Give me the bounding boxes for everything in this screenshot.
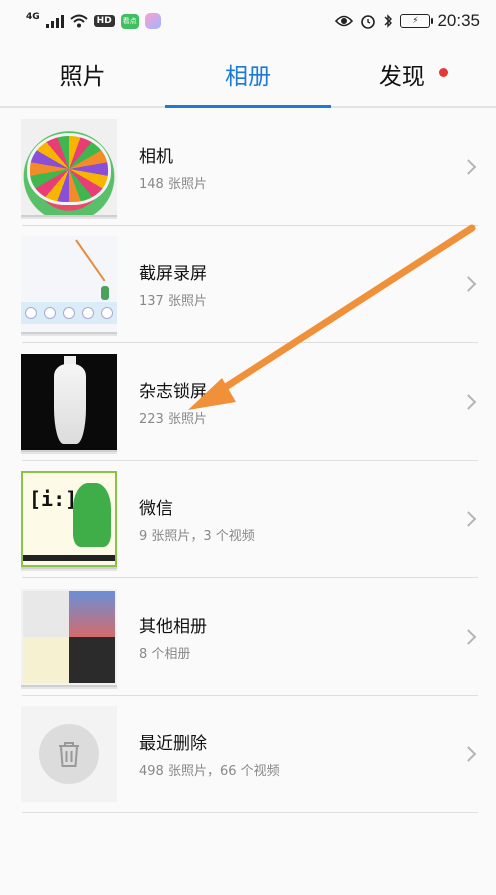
signal-icon xyxy=(45,14,64,28)
album-title: 其他相册 xyxy=(139,616,207,637)
album-title: 相机 xyxy=(139,146,173,167)
album-count: 137 张照片 xyxy=(139,294,207,310)
tab-photos[interactable]: 照片 xyxy=(0,42,165,106)
chevron-right-icon xyxy=(460,628,477,645)
chevron-right-icon xyxy=(460,276,477,293)
album-count: 8 个相册 xyxy=(139,646,191,662)
album-thumbnail xyxy=(21,236,117,333)
tab-discover[interactable]: 发现 xyxy=(331,42,496,106)
chevron-right-icon xyxy=(460,746,477,763)
album-row-camera[interactable]: 相机 148 张照片 xyxy=(0,108,496,226)
status-left: 4G HD 看点 xyxy=(26,11,161,29)
chevron-right-icon xyxy=(460,511,477,528)
album-count: 223 张照片 xyxy=(139,411,207,427)
album-info: 截屏录屏 137 张照片 xyxy=(139,259,207,309)
app-notification-icon: 看点 xyxy=(120,13,139,29)
album-count: 148 张照片 xyxy=(139,176,207,192)
album-row-recently-deleted[interactable]: 最近删除 498 张照片，66 个视频 xyxy=(0,696,496,814)
tab-discover-label: 发现 xyxy=(378,64,425,90)
chevron-right-icon xyxy=(460,393,477,410)
album-thumbnail xyxy=(21,588,117,685)
network-type: 4G xyxy=(26,11,40,22)
album-thumbnail xyxy=(21,118,117,215)
album-info: 杂志锁屏 223 张照片 xyxy=(139,377,207,427)
album-thumbnail xyxy=(21,706,117,803)
status-right: ⚡ 20:35 xyxy=(335,11,480,31)
wifi-icon xyxy=(69,14,88,28)
tab-bar: 照片 相册 发现 xyxy=(0,42,496,108)
album-title: 截屏录屏 xyxy=(139,264,207,285)
album-info: 其他相册 8 个相册 xyxy=(139,612,207,662)
album-info: 最近删除 498 张照片，66 个视频 xyxy=(139,729,280,779)
tab-photos-label: 照片 xyxy=(59,64,106,90)
chevron-right-icon xyxy=(460,158,477,175)
tab-albums-label: 相册 xyxy=(224,64,271,90)
app-notification-icon-2 xyxy=(144,13,161,29)
album-thumbnail: [i:] xyxy=(21,471,117,568)
notification-dot xyxy=(438,67,448,77)
album-count: 9 张照片，3 个视频 xyxy=(139,529,255,545)
thumbnail-symbol: [i:] xyxy=(29,487,78,512)
eye-icon xyxy=(335,15,354,27)
album-row-screenshots[interactable]: 截屏录屏 137 张照片 xyxy=(0,226,496,344)
battery-icon: ⚡ xyxy=(400,14,434,28)
album-list: 相机 148 张照片 截屏录屏 137 张照片 杂志锁屏 223 张照片 [i:… xyxy=(0,108,496,813)
alarm-icon xyxy=(361,15,376,29)
status-bar: 4G HD 看点 ⚡ 20:35 xyxy=(0,0,496,42)
album-title: 最近删除 xyxy=(139,734,207,755)
album-info: 相机 148 张照片 xyxy=(139,142,207,192)
clock: 20:35 xyxy=(437,11,480,30)
tab-albums[interactable]: 相册 xyxy=(165,42,331,108)
album-title: 微信 xyxy=(139,499,173,520)
album-count: 498 张照片，66 个视频 xyxy=(139,764,280,780)
album-row-magazine[interactable]: 杂志锁屏 223 张照片 xyxy=(0,343,496,461)
trash-icon xyxy=(39,724,99,785)
album-thumbnail xyxy=(21,353,117,450)
bluetooth-icon xyxy=(384,14,393,28)
album-row-other[interactable]: 其他相册 8 个相册 xyxy=(0,578,496,696)
album-title: 杂志锁屏 xyxy=(139,381,207,402)
album-row-wechat[interactable]: [i:] 微信 9 张照片，3 个视频 xyxy=(0,461,496,579)
album-info: 微信 9 张照片，3 个视频 xyxy=(139,494,255,544)
hd-badge: HD xyxy=(93,15,115,27)
